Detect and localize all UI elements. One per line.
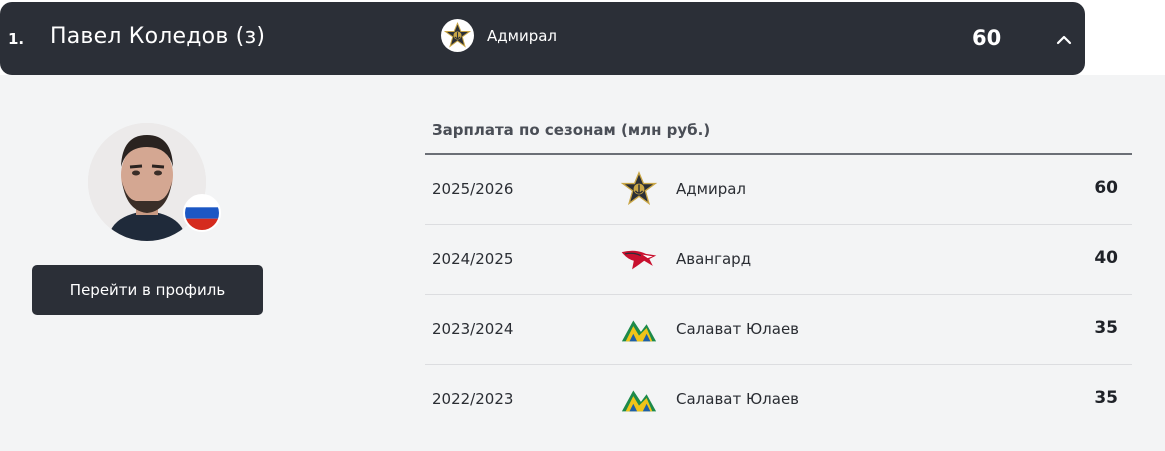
team-name: Адмирал [676, 180, 746, 198]
team-name: Адмирал [487, 27, 557, 45]
salary-table: 2025/2026 Адмирал 60 2024/2025 Авангард … [425, 155, 1132, 435]
salary-amount: 35 [1094, 388, 1118, 408]
table-row: 2023/2024 Салават Юлаев 35 [425, 295, 1132, 365]
salary-total: 60 [972, 26, 1002, 50]
salary-table-title: Зарплата по сезонам (млн руб.) [432, 121, 711, 139]
team-name: Салават Юлаев [676, 320, 800, 338]
season-label: 2024/2025 [432, 250, 514, 268]
salary-amount: 40 [1094, 248, 1118, 268]
team-name: Салават Юлаев [676, 390, 800, 408]
player-details-panel: Перейти в профиль Зарплата по сезонам (м… [0, 75, 1165, 451]
chevron-up-icon[interactable] [1050, 26, 1078, 54]
salavat-logo-icon [620, 381, 658, 417]
admiral-logo-icon [441, 19, 474, 52]
table-row: 2025/2026 Адмирал 60 [425, 155, 1132, 225]
russia-flag-icon [183, 194, 221, 232]
salary-amount: 60 [1094, 178, 1118, 198]
season-label: 2022/2023 [432, 390, 514, 408]
avangard-logo-icon [620, 241, 658, 277]
admiral-logo-icon [620, 171, 658, 207]
table-row: 2022/2023 Салават Юлаев 35 [425, 365, 1132, 435]
go-to-profile-button[interactable]: Перейти в профиль [32, 265, 263, 315]
player-name: Павел Коледов (з) [50, 24, 266, 49]
salary-amount: 35 [1094, 318, 1118, 338]
table-row: 2024/2025 Авангард 40 [425, 225, 1132, 295]
team-name: Авангард [676, 250, 752, 268]
season-label: 2023/2024 [432, 320, 514, 338]
season-label: 2025/2026 [432, 180, 514, 198]
player-header[interactable]: 1. Павел Коледов (з) Адмирал 60 [0, 2, 1085, 75]
player-rank: 1. [8, 30, 25, 48]
salavat-logo-icon [620, 311, 658, 347]
